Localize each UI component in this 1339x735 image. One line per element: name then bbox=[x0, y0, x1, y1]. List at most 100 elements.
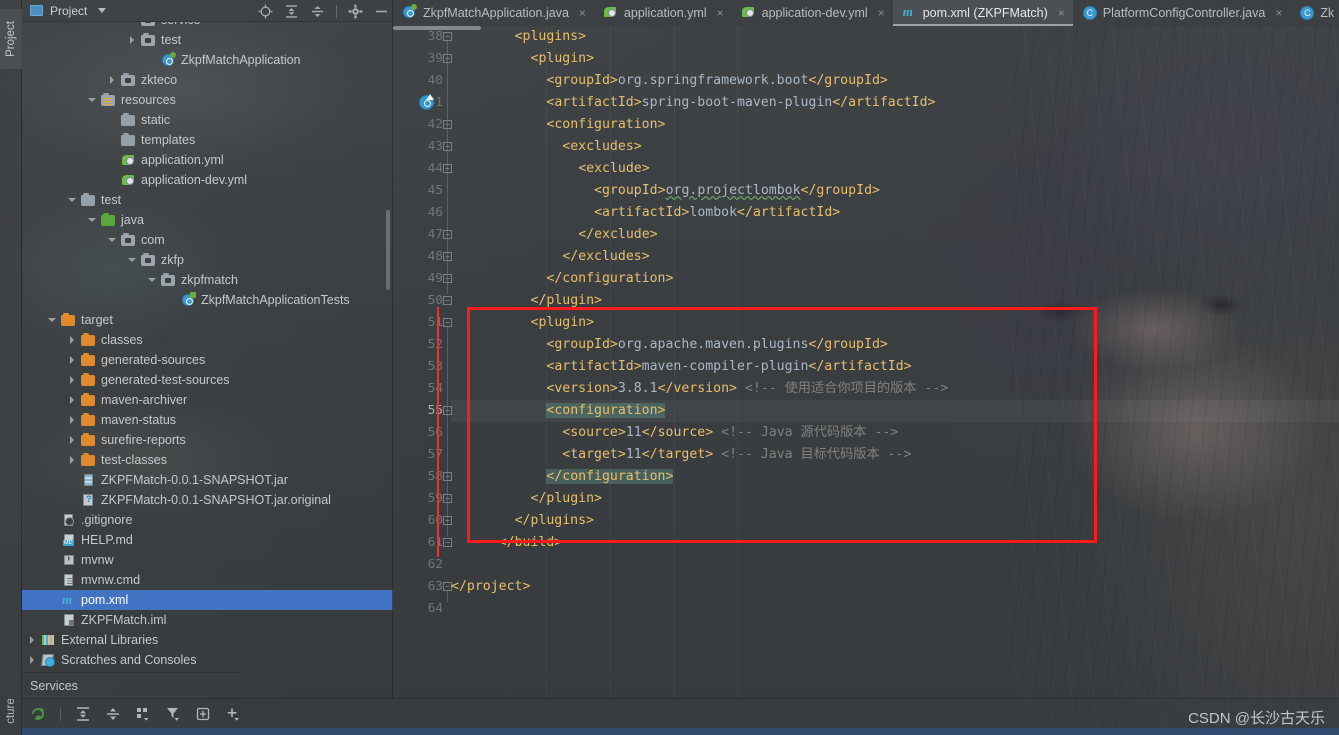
close-icon[interactable]: × bbox=[878, 6, 885, 20]
line-number: 45 bbox=[427, 183, 443, 198]
editor-code-area[interactable]: <plugins> <plugin> <groupId>org.springfram… bbox=[451, 26, 1339, 698]
tree-item-generated-test-sources[interactable]: generated-test-sources bbox=[22, 370, 393, 390]
maven-icon: m bbox=[902, 4, 913, 19]
tree-item-pom-xml[interactable]: m pom.xml bbox=[22, 590, 393, 610]
minimize-icon[interactable] bbox=[374, 4, 389, 19]
chevron-down-icon[interactable] bbox=[88, 95, 98, 105]
tree-item-label: mvnw.cmd bbox=[81, 573, 141, 587]
editor-gutter[interactable]: 38−39−40 41 42−43−44−45 46 47−48−49−50−51−52… bbox=[393, 26, 452, 698]
tree-item-external-libraries[interactable]: External Libraries bbox=[22, 630, 393, 650]
tree-item-zkpfmatch[interactable]: zkpfmatch bbox=[22, 270, 393, 290]
tree-item-help-md[interactable]: MD HELP.md bbox=[22, 530, 393, 550]
tree-item-target[interactable]: target bbox=[22, 310, 393, 330]
close-icon[interactable]: × bbox=[579, 6, 586, 20]
chevron-down-icon[interactable] bbox=[88, 215, 98, 225]
tree-item-zkteco[interactable]: zkteco bbox=[22, 70, 393, 90]
line-number: 64 bbox=[427, 601, 443, 616]
chevron-down-icon[interactable] bbox=[98, 8, 107, 13]
chevron-right-icon[interactable] bbox=[28, 655, 38, 665]
chevron-right-icon[interactable] bbox=[68, 355, 78, 365]
close-icon[interactable]: × bbox=[1275, 6, 1282, 20]
settings-gear-icon[interactable] bbox=[348, 4, 363, 19]
tree-item-zkpfmatchapplication[interactable]: ZkpfMatchApplication bbox=[22, 50, 393, 70]
chevron-down-icon[interactable] bbox=[108, 235, 118, 245]
group-by-icon[interactable] bbox=[135, 706, 151, 722]
tree-item-label: templates bbox=[141, 133, 196, 147]
add-icon[interactable] bbox=[225, 706, 241, 722]
tree-item-zkpfmatch-0-0-1-snapshot-jar-original[interactable]: ZKPFMatch-0.0.1-SNAPSHOT.jar.original bbox=[22, 490, 393, 510]
tree-item-zkpfmatch-0-0-1-snapshot-jar[interactable]: ZKPFMatch-0.0.1-SNAPSHOT.jar bbox=[22, 470, 393, 490]
tree-item-test-classes[interactable]: test-classes bbox=[22, 450, 393, 470]
chevron-down-icon[interactable] bbox=[68, 195, 78, 205]
chevron-right-icon[interactable] bbox=[68, 415, 78, 425]
editor-tab-zk[interactable]: C Zk bbox=[1290, 0, 1339, 26]
tree-item-gitignore[interactable]: .gitignore bbox=[22, 510, 393, 530]
chevron-right-icon[interactable] bbox=[68, 335, 78, 345]
close-icon[interactable]: × bbox=[1058, 6, 1065, 20]
tree-item-templates[interactable]: templates bbox=[22, 130, 393, 150]
project-tree-scrollbar[interactable] bbox=[386, 210, 390, 290]
tree-item-resources[interactable]: resources bbox=[22, 90, 393, 110]
tree-item-service[interactable]: service bbox=[22, 22, 393, 30]
editor-tab-pom-xml-zkpfmatch[interactable]: m pom.xml (ZKPFMatch) × bbox=[892, 0, 1073, 26]
editor-horizontal-scrollbar[interactable] bbox=[393, 26, 1339, 30]
chevron-right-icon[interactable] bbox=[68, 435, 78, 445]
collapse-all-icon[interactable] bbox=[310, 4, 325, 19]
editor-tab-application-dev-yml[interactable]: application-dev.yml × bbox=[732, 0, 893, 26]
chevron-down-icon[interactable] bbox=[148, 275, 158, 285]
tree-item-application-yml[interactable]: application.yml bbox=[22, 150, 393, 170]
iml-file-icon bbox=[61, 613, 76, 627]
editor-tab-platformconfigcontroller-java[interactable]: C PlatformConfigController.java × bbox=[1073, 0, 1291, 26]
filter-icon[interactable] bbox=[165, 706, 181, 722]
rail-tab-structure[interactable]: cture bbox=[0, 681, 22, 735]
tree-item-application-dev-yml[interactable]: application-dev.yml bbox=[22, 170, 393, 190]
tree-item-zkfp[interactable]: zkfp bbox=[22, 250, 393, 270]
tree-item-label: zkteco bbox=[141, 73, 178, 87]
folder-orange-icon bbox=[81, 353, 96, 367]
tree-item-zkpfmatchapplicationtests[interactable]: ZkpfMatchApplicationTests bbox=[22, 290, 393, 310]
chevron-right-icon[interactable] bbox=[68, 395, 78, 405]
code-token-tag: </artifactId> bbox=[832, 95, 936, 110]
editor-tab-label: ZkpfMatchApplication.java bbox=[423, 6, 569, 20]
tree-item-static[interactable]: static bbox=[22, 110, 393, 130]
chevron-right-icon[interactable] bbox=[68, 455, 78, 465]
collapse-all-icon[interactable] bbox=[105, 706, 121, 722]
locate-icon[interactable] bbox=[258, 4, 273, 19]
chevron-right-icon[interactable] bbox=[68, 375, 78, 385]
rail-tab-project[interactable]: Project bbox=[0, 9, 22, 69]
tree-item-scratches-and-consoles[interactable]: Scratches and Consoles bbox=[22, 650, 393, 670]
project-icon bbox=[30, 5, 43, 16]
code-token-tag: <groupId> bbox=[546, 337, 618, 352]
chevron-down-icon[interactable] bbox=[48, 315, 58, 325]
tree-item-java[interactable]: java bbox=[22, 210, 393, 230]
tree-item-maven-archiver[interactable]: maven-archiver bbox=[22, 390, 393, 410]
tree-item-test[interactable]: test bbox=[22, 30, 393, 50]
tree-item-test[interactable]: test bbox=[22, 190, 393, 210]
services-tool-window-tab[interactable]: Services bbox=[22, 672, 241, 698]
tree-arrow-spacer bbox=[168, 295, 178, 305]
tree-item-generated-sources[interactable]: generated-sources bbox=[22, 350, 393, 370]
code-editor[interactable]: 38−39−40 41 42−43−44−45 46 47−48−49−50−51−52… bbox=[393, 26, 1339, 698]
close-icon[interactable]: × bbox=[717, 6, 724, 20]
chevron-right-icon[interactable] bbox=[128, 35, 138, 45]
editor-tab-zkpfmatchapplication-java[interactable]: ZkpfMatchApplication.java × bbox=[393, 0, 594, 26]
chevron-right-icon[interactable] bbox=[28, 635, 38, 645]
layout-icon[interactable] bbox=[195, 706, 211, 722]
tree-item-surefire-reports[interactable]: surefire-reports bbox=[22, 430, 393, 450]
chevron-right-icon[interactable] bbox=[108, 75, 118, 85]
scrollbar-thumb[interactable] bbox=[393, 26, 481, 30]
tree-item-classes[interactable]: classes bbox=[22, 330, 393, 350]
chevron-down-icon[interactable] bbox=[128, 255, 138, 265]
project-tree[interactable]: service test ZkpfMatchApplicationzkteco res… bbox=[22, 22, 393, 672]
tree-item-com[interactable]: com bbox=[22, 230, 393, 250]
expand-all-icon[interactable] bbox=[284, 4, 299, 19]
run-spring-icon[interactable] bbox=[419, 94, 434, 110]
expand-all-icon[interactable] bbox=[75, 706, 91, 722]
editor-tab-bar[interactable]: ZkpfMatchApplication.java × application.ym… bbox=[393, 0, 1339, 26]
tree-item-mvnw[interactable]: mvnw bbox=[22, 550, 393, 570]
editor-tab-application-yml[interactable]: application.yml × bbox=[594, 0, 732, 26]
rerun-icon[interactable] bbox=[30, 706, 46, 722]
tree-item-maven-status[interactable]: maven-status bbox=[22, 410, 393, 430]
tree-item-mvnw-cmd[interactable]: mvnw.cmd bbox=[22, 570, 393, 590]
tree-item-zkpfmatch-iml[interactable]: ZKPFMatch.iml bbox=[22, 610, 393, 630]
